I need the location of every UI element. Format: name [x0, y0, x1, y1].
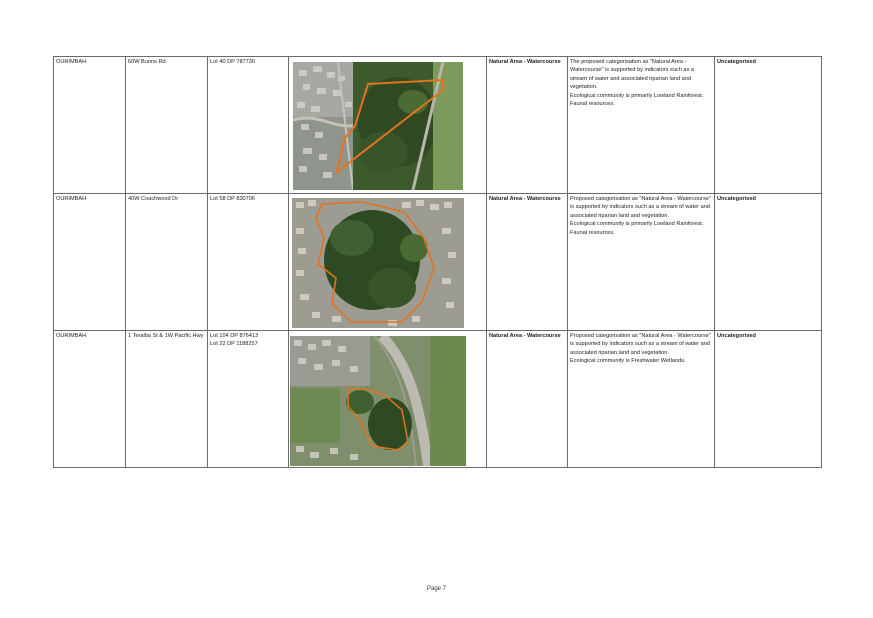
suburb-cell: OURIMBAH: [53, 330, 126, 468]
aerial-photo-cell: [288, 330, 487, 468]
reason-paragraph: Ecological community is primarily Lowlan…: [570, 221, 704, 236]
reason-paragraph: Ecological community is primarily Lowlan…: [570, 92, 704, 108]
lot-dp-line: Lot 104 DP 876413: [210, 333, 259, 339]
status-cell: Uncategorised: [714, 56, 822, 194]
status-cell: Uncategorised: [714, 330, 822, 468]
lot-dp-line: Lot 40 DP 787730: [210, 59, 255, 65]
reason-paragraph: Proposed categorisation as "Natural Area…: [570, 333, 711, 356]
lot-dp-cell: Lot 104 DP 876413 Lot 22 DP 1188257: [207, 330, 289, 468]
address-cell: 40W Coachwood Dr: [125, 193, 208, 331]
aerial-photo-cell: [288, 56, 487, 194]
reason-cell: The proposed categorisation as "Natural …: [567, 56, 715, 194]
lot-dp-cell: Lot 58 DP 830706: [207, 193, 289, 331]
aerial-photo: [292, 198, 464, 328]
address-cell: 1 Teralba St & 1W Pacific Hwy: [125, 330, 208, 468]
address-cell: 60W Bunns Rd: [125, 56, 208, 194]
suburb-cell: OURIMBAH: [53, 193, 126, 331]
lot-dp-line: Lot 58 DP 830706: [210, 196, 255, 202]
reason-cell: Proposed categorisation as "Natural Area…: [567, 330, 715, 468]
category-cell: Natural Area - Watercourse: [486, 330, 568, 468]
page-number: Page 7: [426, 586, 447, 592]
table-row: OURIMBAH 1 Teralba St & 1W Pacific Hwy L…: [53, 330, 822, 468]
aerial-photo: [290, 336, 466, 466]
status-cell: Uncategorised: [714, 193, 822, 331]
reason-paragraph: Proposed categorisation as "Natural Area…: [570, 196, 711, 219]
reason-paragraph: The proposed categorisation as "Natural …: [570, 59, 694, 91]
category-cell: Natural Area - Watercourse: [486, 193, 568, 331]
aerial-photo: [293, 62, 463, 190]
lot-dp-line: Lot 22 DP 1188257: [210, 341, 258, 348]
reason-paragraph: Ecological community is Freshwater Wetla…: [570, 358, 686, 365]
table-row: OURIMBAH 40W Coachwood Dr Lot 58 DP 8307…: [53, 193, 822, 331]
table-row: OURIMBAH 60W Bunns Rd Lot 40 DP 787730 N…: [53, 56, 822, 194]
page: OURIMBAH 60W Bunns Rd Lot 40 DP 787730 N…: [0, 0, 873, 618]
land-register-table: OURIMBAH 60W Bunns Rd Lot 40 DP 787730 N…: [53, 56, 822, 468]
lot-dp-cell: Lot 40 DP 787730: [207, 56, 289, 194]
suburb-cell: OURIMBAH: [53, 56, 126, 194]
aerial-photo-cell: [288, 193, 487, 331]
category-cell: Natural Area - Watercourse: [486, 56, 568, 194]
reason-cell: Proposed categorisation as "Natural Area…: [567, 193, 715, 331]
